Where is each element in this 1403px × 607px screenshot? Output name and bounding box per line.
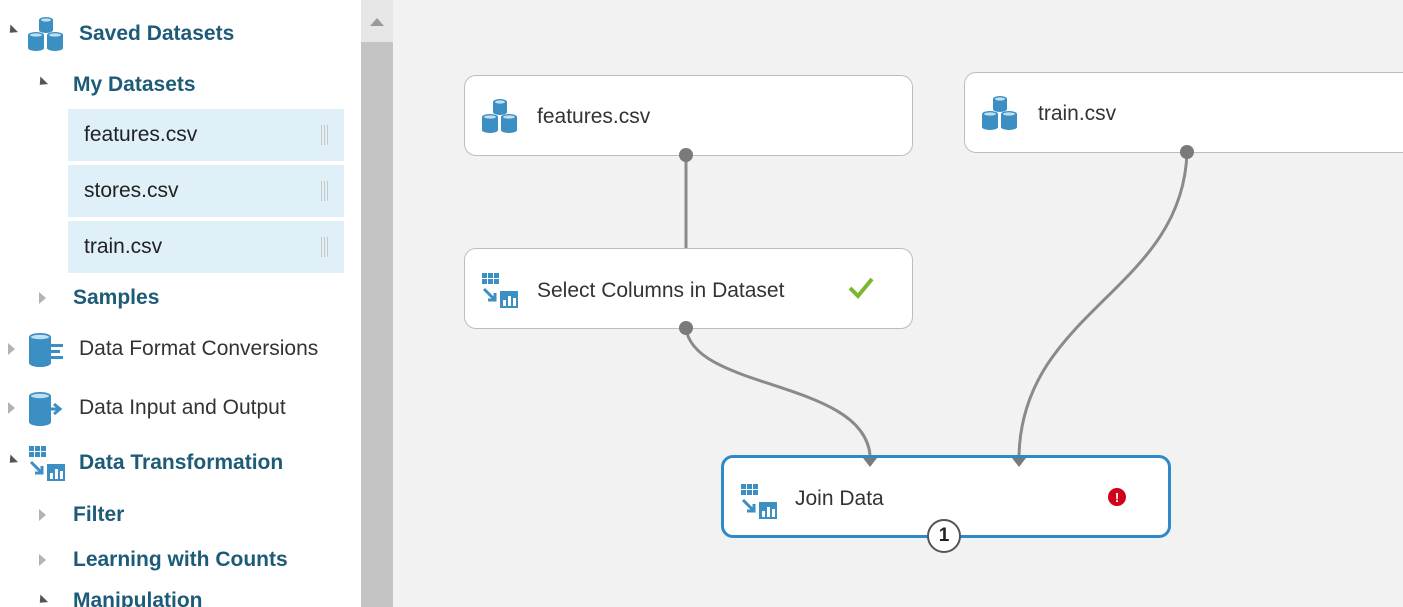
transform-icon: [482, 273, 518, 308]
data-format-icon: [29, 333, 63, 367]
tree-label-my-datasets: My Datasets: [73, 73, 196, 96]
transform-icon: [741, 484, 777, 519]
tree-label-data-transformation: Data Transformation: [79, 451, 284, 474]
dataset-item-features[interactable]: features.csv: [68, 109, 344, 161]
tree-node-samples[interactable]: Samples: [0, 276, 361, 320]
tree-label-data-format-conversions: Data Format Conversions: [79, 337, 319, 360]
datasets-icon: [28, 17, 63, 51]
expand-arrow-icon[interactable]: [39, 292, 46, 304]
module-train-csv[interactable]: train.csv: [964, 72, 1403, 153]
tree-node-data-transformation[interactable]: Data Transformation: [0, 441, 361, 485]
expand-arrow-icon[interactable]: [39, 509, 46, 521]
input-port-left[interactable]: [863, 458, 877, 467]
scroll-up-arrow-icon[interactable]: [370, 18, 384, 26]
module-palette-sidebar: Saved Datasets My Datasets features.csv …: [0, 0, 361, 607]
module-label: Join Data: [795, 487, 884, 510]
error-icon[interactable]: !: [1108, 488, 1126, 506]
tree-node-learning-with-counts[interactable]: Learning with Counts: [0, 538, 361, 582]
tree-label-samples: Samples: [73, 286, 160, 309]
tree-label-learning-with-counts: Learning with Counts: [73, 548, 288, 571]
drag-handle-icon[interactable]: [321, 237, 329, 257]
output-port[interactable]: [1180, 145, 1194, 159]
tree-node-saved-datasets[interactable]: Saved Datasets: [0, 12, 361, 56]
expand-arrow-icon[interactable]: [8, 343, 15, 355]
input-port-right[interactable]: [1012, 458, 1026, 467]
output-port[interactable]: [679, 148, 693, 162]
module-label: Select Columns in Dataset: [537, 279, 785, 302]
dataset-item-train[interactable]: train.csv: [68, 221, 344, 273]
tree-node-data-input-output[interactable]: Data Input and Output: [0, 386, 361, 430]
transform-icon: [29, 446, 65, 481]
tree-label-filter: Filter: [73, 503, 125, 526]
tree-label-data-input-output: Data Input and Output: [79, 396, 286, 419]
tree-node-my-datasets[interactable]: My Datasets: [0, 63, 361, 107]
collapse-arrow-icon[interactable]: [5, 24, 19, 37]
app: Saved Datasets My Datasets features.csv …: [0, 0, 1403, 607]
dataset-icon: [982, 96, 1017, 130]
module-label: features.csv: [537, 105, 651, 128]
output-port-badge[interactable]: 1: [927, 519, 961, 553]
expand-arrow-icon[interactable]: [8, 402, 15, 414]
module-select-columns[interactable]: Select Columns in Dataset: [464, 248, 913, 329]
tree-node-data-format-conversions[interactable]: Data Format Conversions: [0, 327, 361, 371]
drag-handle-icon[interactable]: [321, 125, 329, 145]
collapse-arrow-icon[interactable]: [35, 594, 49, 607]
experiment-canvas[interactable]: features.csv train.csv Select Columns in…: [393, 0, 1403, 607]
output-port[interactable]: [679, 321, 693, 335]
sidebar-scrollbar[interactable]: [361, 0, 393, 607]
wire-train-to-join[interactable]: [1017, 151, 1189, 456]
dataset-item-label: features.csv: [84, 123, 198, 146]
tree-label-manipulation: Manipulation: [73, 589, 203, 607]
wire-select-to-join[interactable]: [684, 327, 872, 456]
module-features-csv[interactable]: features.csv: [464, 75, 913, 156]
dataset-item-label: train.csv: [84, 235, 163, 258]
collapse-arrow-icon[interactable]: [35, 76, 49, 89]
dataset-item-label: stores.csv: [84, 179, 179, 202]
dataset-item-stores[interactable]: stores.csv: [68, 165, 344, 217]
dataset-icon: [482, 99, 517, 133]
scrollbar-up-area[interactable]: [361, 0, 393, 42]
scrollbar-thumb[interactable]: [361, 42, 393, 607]
expand-arrow-icon[interactable]: [39, 554, 46, 566]
collapse-arrow-icon[interactable]: [5, 454, 19, 467]
module-label: train.csv: [1038, 102, 1117, 125]
success-check-icon: [848, 277, 874, 299]
tree-node-filter[interactable]: Filter: [0, 493, 361, 537]
drag-handle-icon[interactable]: [321, 181, 329, 201]
tree-label-saved-datasets: Saved Datasets: [79, 22, 235, 45]
tree-node-manipulation[interactable]: Manipulation: [0, 579, 361, 607]
data-input-output-icon: [29, 392, 63, 426]
